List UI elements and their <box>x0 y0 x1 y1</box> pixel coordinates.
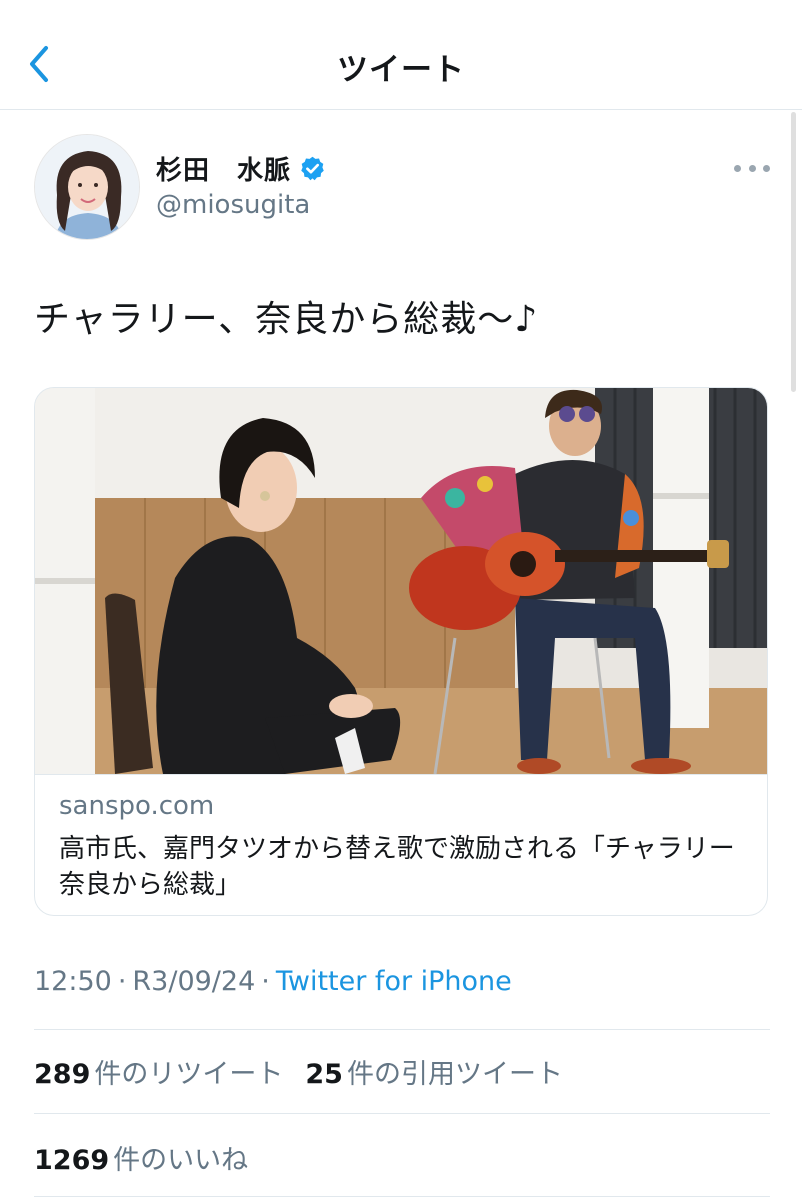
tweet-time: 12:50 <box>34 966 112 997</box>
likes-label: 件のいいね <box>113 1145 249 1176</box>
tweet-meta: 12:50 · R3/09/24 · Twitter for iPhone <box>34 966 512 997</box>
link-card[interactable]: sanspo.com 高市氏、嘉門タツオから替え歌で激励される「チャラリー奈良か… <box>34 387 768 916</box>
retweets-count: 289 <box>34 1059 91 1090</box>
author-handle[interactable]: @miosugita <box>156 190 310 220</box>
author-name: 杉田 水脈 <box>156 156 292 186</box>
likes-count: 1269 <box>34 1145 110 1176</box>
link-card-domain: sanspo.com <box>59 791 215 821</box>
divider <box>34 1029 770 1030</box>
quotes-count: 25 <box>305 1059 343 1090</box>
more-dot-icon <box>734 164 741 172</box>
tweet-text: チャラリー、奈良から総裁〜♪ <box>34 299 539 340</box>
verified-badge-icon <box>301 156 324 181</box>
divider <box>34 1113 770 1114</box>
author-name-row[interactable]: 杉田 水脈 <box>156 150 326 187</box>
engagement-row: 289 件のリツイート 25 件の引用ツイート <box>34 1052 585 1091</box>
likes-row: 1269 件のいいね <box>34 1138 270 1177</box>
page-title: ツイート <box>337 52 465 88</box>
quotes-label: 件の引用ツイート <box>346 1059 563 1090</box>
meta-separator: · <box>261 966 270 997</box>
scroll-indicator <box>791 112 796 392</box>
link-card-meta: sanspo.com 高市氏、嘉門タツオから替え歌で激励される「チャラリー奈良か… <box>35 774 767 915</box>
quotes-stat[interactable]: 25 件の引用ツイート <box>305 1052 563 1091</box>
top-nav-bar: ツイート <box>0 0 802 110</box>
retweets-stat[interactable]: 289 件のリツイート <box>34 1052 283 1091</box>
tweet-date: R3/09/24 <box>132 966 256 997</box>
link-card-title: 高市氏、嘉門タツオから替え歌で激励される「チャラリー奈良から総裁」 <box>59 834 735 900</box>
meta-separator: · <box>117 966 127 997</box>
link-card-image <box>35 388 767 774</box>
more-dot-icon <box>763 164 770 172</box>
likes-stat[interactable]: 1269 件のいいね <box>34 1138 248 1177</box>
avatar-image <box>35 135 139 239</box>
retweets-label: 件のリツイート <box>94 1059 284 1090</box>
tweet-source-link[interactable]: Twitter for iPhone <box>276 966 512 997</box>
more-dot-icon <box>748 164 756 172</box>
author-avatar[interactable] <box>34 134 140 240</box>
more-options-button[interactable] <box>734 158 770 178</box>
divider <box>34 1196 770 1197</box>
